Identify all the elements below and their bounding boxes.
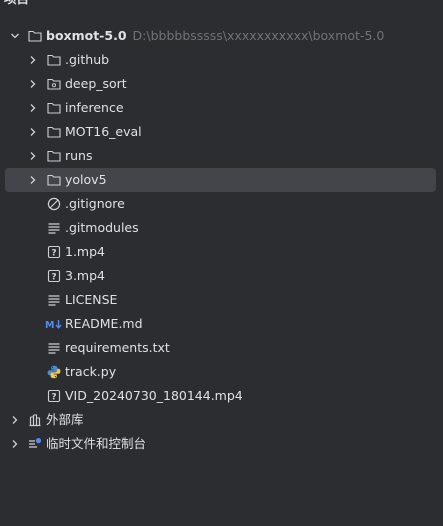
folder-icon	[47, 53, 61, 67]
unknown-file-icon: ?	[47, 245, 61, 259]
tree-item-label: README.md	[65, 316, 143, 331]
chevron-right-icon[interactable]	[28, 103, 38, 113]
tree-item-label: .gitmodules	[65, 220, 139, 235]
chevron-right-icon[interactable]	[28, 175, 38, 185]
folder-icon	[47, 149, 61, 163]
tree-item-scratches-consoles[interactable]: 临时文件和控制台	[0, 432, 443, 456]
root-folder-path: D:\bbbbbsssss\xxxxxxxxxxx\boxmot-5.0	[132, 28, 385, 43]
tree-item-license[interactable]: LICENSE	[0, 288, 443, 312]
tree-item-mot16-eval[interactable]: MOT16_eval	[0, 120, 443, 144]
tree-item-label: 3.mp4	[65, 268, 105, 283]
python-file-icon	[47, 365, 61, 379]
text-file-icon	[47, 293, 61, 307]
chevron-right-icon[interactable]	[10, 415, 20, 425]
unknown-file-icon: ?	[47, 389, 61, 403]
svg-text:?: ?	[51, 393, 56, 403]
tree-item-inference[interactable]: inference	[0, 96, 443, 120]
tree-item-gitmodules[interactable]: .gitmodules	[0, 216, 443, 240]
folder-icon	[28, 29, 42, 43]
tree-item-label: 临时文件和控制台	[46, 436, 147, 451]
project-tree: boxmot-5.0 D:\bbbbbsssss\xxxxxxxxxxx\boxm…	[0, 24, 443, 456]
tree-item-requirements[interactable]: requirements.txt	[0, 336, 443, 360]
folder-icon	[47, 101, 61, 115]
chevron-right-icon[interactable]	[28, 127, 38, 137]
chevron-right-icon[interactable]	[28, 79, 38, 89]
tree-item-label: track.py	[65, 364, 117, 379]
root-folder-row[interactable]: boxmot-5.0 D:\bbbbbsssss\xxxxxxxxxxx\boxm…	[0, 24, 443, 48]
svg-text:?: ?	[51, 273, 56, 283]
text-file-icon	[47, 221, 61, 235]
tree-item-readme[interactable]: M README.md	[0, 312, 443, 336]
svg-text:M: M	[45, 320, 54, 331]
tree-item-label: inference	[65, 100, 124, 115]
tree-item-gitignore[interactable]: .gitignore	[0, 192, 443, 216]
tree-item-external-libraries[interactable]: 外部库	[0, 408, 443, 432]
tree-item-label: .github	[65, 52, 110, 67]
tree-item-label: requirements.txt	[65, 340, 170, 355]
svg-text:?: ?	[51, 249, 56, 259]
ignored-file-icon	[47, 197, 61, 211]
chevron-right-icon[interactable]	[28, 55, 38, 65]
root-folder-name: boxmot-5.0	[46, 28, 127, 43]
tree-item-label: VID_20240730_180144.mp4	[65, 388, 243, 403]
folder-icon	[47, 173, 61, 187]
markdown-file-icon: M	[45, 317, 63, 331]
library-icon	[28, 413, 42, 427]
tree-item-label: 1.mp4	[65, 244, 105, 259]
chevron-right-icon[interactable]	[28, 151, 38, 161]
panel-title: 项目	[4, 0, 29, 7]
tree-item-label: yolov5	[65, 172, 107, 187]
tree-item-runs[interactable]: runs	[0, 144, 443, 168]
scratches-icon	[28, 437, 42, 451]
tree-item-label: 外部库	[46, 412, 84, 427]
tree-item-label: .gitignore	[65, 196, 125, 211]
tree-item-3-mp4[interactable]: ? 3.mp4	[0, 264, 443, 288]
tree-item-label: LICENSE	[65, 292, 118, 307]
tree-item-1-mp4[interactable]: ? 1.mp4	[0, 240, 443, 264]
tree-item-track-py[interactable]: track.py	[0, 360, 443, 384]
unknown-file-icon: ?	[47, 269, 61, 283]
tree-item-vid-mp4[interactable]: ? VID_20240730_180144.mp4	[0, 384, 443, 408]
text-file-icon	[47, 341, 61, 355]
tree-item-label: MOT16_eval	[65, 124, 142, 139]
root-folder-label: boxmot-5.0 D:\bbbbbsssss\xxxxxxxxxxx\boxm…	[46, 24, 384, 48]
tree-item-github[interactable]: .github	[0, 48, 443, 72]
module-folder-icon	[47, 77, 61, 91]
tree-item-label: deep_sort	[65, 76, 127, 91]
tree-item-yolov5[interactable]: yolov5	[0, 168, 443, 192]
tree-item-label: runs	[65, 148, 93, 163]
chevron-down-icon[interactable]	[10, 31, 20, 41]
folder-icon	[47, 125, 61, 139]
chevron-right-icon[interactable]	[10, 439, 20, 449]
tree-item-deep-sort[interactable]: deep_sort	[0, 72, 443, 96]
